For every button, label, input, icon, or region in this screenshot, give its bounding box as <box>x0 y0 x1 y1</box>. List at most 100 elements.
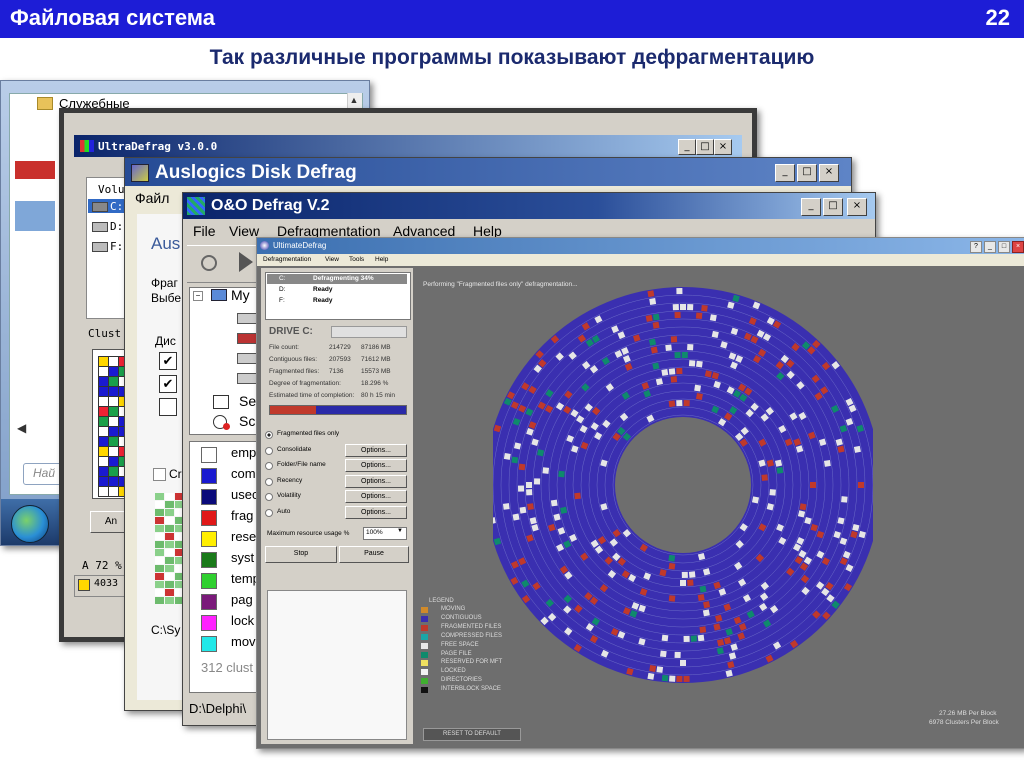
maximize-button[interactable]: □ <box>998 241 1010 253</box>
legend-label: lock <box>231 613 255 628</box>
close-button[interactable]: × <box>819 164 839 182</box>
disk-block <box>518 463 526 471</box>
status-icon <box>78 579 90 591</box>
auslogics-title: Auslogics Disk Defrag <box>155 162 357 183</box>
drive-letter[interactable]: F: <box>279 297 285 304</box>
expand-icon[interactable]: − <box>193 291 203 301</box>
close-button[interactable]: × <box>714 139 732 155</box>
option-label: Auto <box>277 507 291 515</box>
legend-swatch <box>201 447 217 463</box>
legend-label: com <box>231 466 256 481</box>
drive-letter[interactable]: D: <box>279 286 286 293</box>
menu-file[interactable]: Файл <box>135 190 169 206</box>
ultimate-titlebar <box>257 238 1024 254</box>
cluster-map-label: Clust <box>88 327 122 340</box>
option-radio[interactable] <box>265 462 273 470</box>
windows-start-orb-icon[interactable] <box>11 505 49 543</box>
option-label: Fragmented files only <box>277 430 340 437</box>
menu-file[interactable]: File <box>193 223 216 239</box>
options-button[interactable]: Options... <box>345 459 407 472</box>
checkbox-checked[interactable]: ✔ <box>159 352 177 370</box>
drive-letter[interactable]: D: <box>110 220 123 233</box>
cluster-cell <box>165 501 174 508</box>
option-radio[interactable] <box>265 508 273 517</box>
option-radio[interactable] <box>265 431 273 439</box>
cluster-cell <box>165 517 174 524</box>
disk-block <box>550 499 558 507</box>
status-text: 4033 <box>94 578 119 589</box>
play-icon[interactable] <box>239 252 253 272</box>
legend-swatch <box>421 607 428 613</box>
legend-label: CONTIGUOUS <box>441 614 482 621</box>
resource-label: Maximum resource usage % <box>267 530 350 537</box>
legend-label: usec <box>231 487 259 502</box>
pause-button[interactable]: Pause <box>339 546 409 563</box>
disk-block <box>683 635 690 643</box>
stat-value: 207593 <box>329 356 351 363</box>
drive-status: Ready <box>313 297 333 304</box>
magnifier-icon[interactable] <box>201 255 217 271</box>
maximize-button[interactable]: □ <box>696 139 714 155</box>
tree-item-label[interactable]: Se <box>239 393 256 409</box>
help-icon[interactable]: ? <box>970 241 982 253</box>
cluster-cell <box>98 426 109 437</box>
scroll-up-icon[interactable]: ▲ <box>347 95 361 107</box>
menu-tools[interactable]: Tools <box>349 256 364 263</box>
menu-view[interactable]: View <box>325 256 339 263</box>
maximize-button[interactable]: □ <box>797 164 817 182</box>
disk-block <box>680 660 686 666</box>
checkbox-empty[interactable] <box>159 398 177 416</box>
disk-block <box>695 393 703 401</box>
search-placeholder: Най <box>33 466 56 480</box>
legend-title: LEGEND <box>429 598 454 604</box>
disk-block <box>696 360 703 368</box>
legend-label: pag <box>231 592 253 607</box>
option-radio[interactable] <box>265 477 273 486</box>
close-button[interactable]: × <box>847 198 867 216</box>
disk-block <box>502 503 510 510</box>
cluster-cell <box>108 436 119 447</box>
disk-block <box>702 609 710 617</box>
cluster-cell <box>155 517 164 524</box>
minimize-button[interactable]: _ <box>775 164 795 182</box>
option-radio[interactable] <box>265 493 273 501</box>
minimize-button[interactable]: _ <box>801 198 821 216</box>
stat-label: Estimated time of completion: <box>269 392 355 399</box>
stop-button[interactable]: Stop <box>265 546 337 563</box>
drive-letter: C: <box>110 200 124 213</box>
back-icon[interactable]: ◀ <box>17 421 26 435</box>
disk-block <box>649 298 657 305</box>
disk-column-header[interactable]: Дис <box>155 334 176 348</box>
minimize-button[interactable]: _ <box>678 139 696 155</box>
option-radio[interactable] <box>265 446 273 455</box>
checkbox-checked[interactable]: ✔ <box>159 375 177 393</box>
options-button[interactable]: Options... <box>345 490 407 503</box>
disk-block <box>690 635 698 642</box>
disk-block <box>709 314 717 322</box>
menu-defragmentation[interactable]: Defragmentation <box>263 256 311 263</box>
options-button[interactable]: Options... <box>345 505 407 519</box>
computer-icon <box>211 289 227 301</box>
close-button[interactable]: × <box>1012 241 1024 253</box>
tree-item-label[interactable]: Sc <box>239 413 255 429</box>
drive-letter[interactable]: F: <box>110 240 123 253</box>
maximize-button[interactable]: □ <box>823 198 843 216</box>
disk-hole <box>615 417 751 553</box>
options-button[interactable]: Options... <box>345 474 407 488</box>
menu-view[interactable]: View <box>229 223 259 239</box>
checkbox-small[interactable] <box>153 468 166 481</box>
options-button[interactable]: Options... <box>345 443 407 457</box>
legend-label: FRAGMENTED FILES <box>441 623 502 630</box>
cluster-cell <box>98 406 109 417</box>
legend-label: syst <box>231 550 255 565</box>
tree-root-label[interactable]: My <box>231 287 250 303</box>
cluster-cell <box>165 493 174 500</box>
chevron-down-icon[interactable]: ▼ <box>397 528 403 534</box>
disk-block <box>681 571 688 579</box>
cluster-cell <box>108 406 119 417</box>
reset-to-default-button[interactable]: RESET TO DEFAULT <box>423 728 521 741</box>
minimize-button[interactable]: _ <box>984 241 996 253</box>
disk-block <box>823 459 831 467</box>
menu-help[interactable]: Help <box>375 256 388 263</box>
disk-block <box>511 456 519 464</box>
